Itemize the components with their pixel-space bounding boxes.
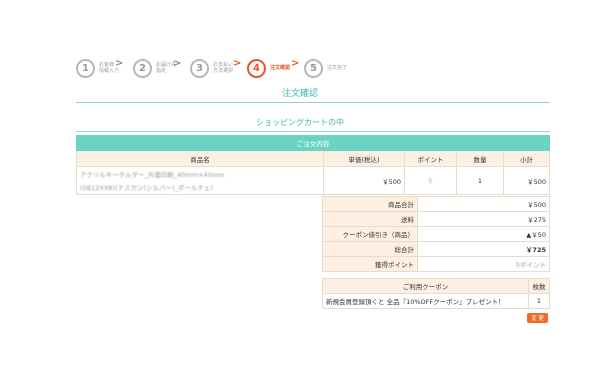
step-shipping-address: 2 お届け先 指定 — [133, 57, 176, 79]
subtotal: ￥500 — [503, 166, 550, 195]
summary-label: 送料 — [322, 211, 418, 227]
step-label: お支払い 方法選択 — [213, 61, 234, 75]
quantity: 1 — [456, 166, 504, 195]
step-number: 2 — [133, 58, 152, 78]
cart-table: ご注文内容 商品名 単価(税込) ポイント 数量 小計 アクリルキーホルダー_片… — [76, 135, 550, 195]
summary-row-earned-points: 獲得ポイント 5ポイント — [322, 256, 550, 272]
table-row: アクリルキーホルダー_片面印刷_40mm×40mm (SB12XX8)(ナスカン… — [76, 166, 550, 195]
step-number: 4 — [247, 58, 266, 78]
summary-row-items-total: 商品合計 ￥500 — [322, 196, 550, 212]
header-unit-price: 単価(税込) — [323, 150, 405, 167]
header-product-name: 商品名 — [76, 150, 324, 167]
page-title: 注文確認 — [281, 89, 318, 99]
change-button[interactable]: 変 更 — [527, 313, 548, 323]
step-separator-icon: > — [115, 58, 124, 69]
product-name-cell: アクリルキーホルダー_片面印刷_40mm×40mm (SB12XX8)(ナスカン… — [76, 166, 324, 195]
summary-row-shipping: 送料 ￥275 — [322, 211, 550, 227]
step-customer-info: 1 お客様 情報入力 — [76, 57, 119, 79]
coupon-header-count: 枚数 — [528, 278, 550, 294]
title-divider — [76, 102, 550, 103]
coupon-count: 1 — [528, 293, 550, 309]
step-number: 3 — [190, 58, 209, 78]
summary-row-grand-total: 総合計 ￥725 — [322, 241, 550, 257]
step-label: 注文確認 — [270, 64, 291, 71]
points: 5 — [404, 166, 457, 195]
step-separator-icon: > — [173, 58, 182, 69]
header-quantity: 数量 — [456, 150, 504, 167]
step-separator-icon: > — [291, 58, 300, 69]
table-row: 新規会員登録頂くと 全品『10%OFFクーポン』プレゼント！ 1 — [322, 293, 550, 309]
summary-value: ￥725 — [417, 241, 550, 257]
section-divider — [76, 131, 550, 132]
product-name-line1: アクリルキーホルダー_片面印刷_40mm×40mm — [80, 171, 225, 179]
summary-value: ￥275 — [417, 211, 550, 227]
step-number: 1 — [76, 58, 95, 78]
summary-label: 商品合計 — [322, 196, 418, 212]
header-subtotal: 小計 — [503, 150, 550, 167]
step-order-complete: 5 注文完了 — [304, 57, 347, 79]
summary-value: ▲￥50 — [417, 226, 550, 242]
step-number: 5 — [304, 58, 323, 78]
step-separator-icon: > — [233, 58, 242, 69]
summary-table: 商品合計 ￥500 送料 ￥275 クーポン値引き（商品） ▲￥50 総合計 ￥… — [322, 196, 550, 272]
coupon-header-name: ご利用クーポン — [322, 278, 529, 294]
summary-row-coupon-discount: クーポン値引き（商品） ▲￥50 — [322, 226, 550, 242]
summary-value: 5ポイント — [417, 256, 550, 272]
section-title: ショッピングカートの中 — [256, 118, 344, 127]
unit-price: ￥500 — [323, 166, 405, 195]
coupon-table: ご利用クーポン 枚数 新規会員登録頂くと 全品『10%OFFクーポン』プレゼント… — [322, 278, 550, 309]
summary-label: クーポン値引き（商品） — [322, 226, 418, 242]
cart-caption: ご注文内容 — [76, 135, 550, 151]
step-order-confirm: 4 注文確認 — [247, 57, 290, 79]
summary-value: ￥500 — [417, 196, 550, 212]
coupon-name: 新規会員登録頂くと 全品『10%OFFクーポン』プレゼント！ — [322, 293, 529, 309]
step-payment-method: 3 お支払い 方法選択 — [190, 57, 233, 79]
product-name-line2: (SB12XX8)(ナスカン(シルバー)_ボールチェ) — [80, 184, 213, 192]
step-label: 注文完了 — [327, 64, 348, 71]
header-points: ポイント — [404, 150, 457, 167]
summary-label: 総合計 — [322, 241, 418, 257]
summary-label: 獲得ポイント — [322, 256, 418, 272]
